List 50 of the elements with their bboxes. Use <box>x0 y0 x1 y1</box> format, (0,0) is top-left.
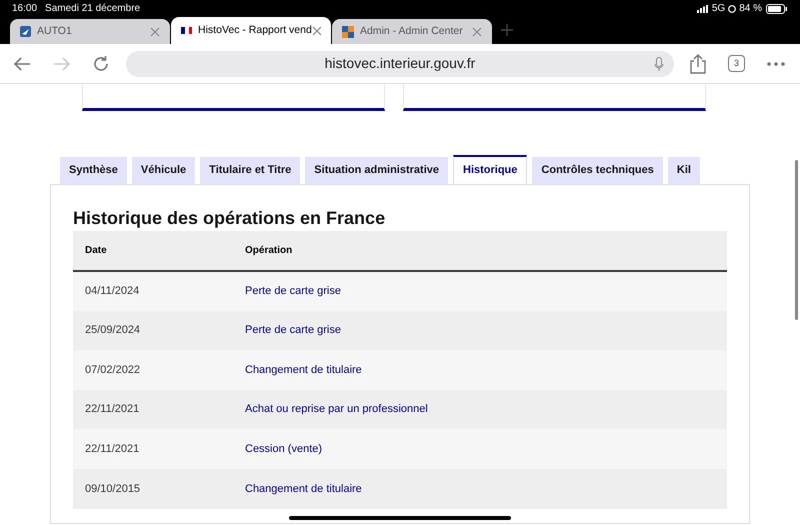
operation-link[interactable]: Achat ou reprise par un professionnel <box>245 403 428 416</box>
browser-tab[interactable]: HistoVec - Rapport vend <box>171 17 331 44</box>
close-icon[interactable] <box>472 26 482 36</box>
new-tab-icon[interactable] <box>501 24 513 36</box>
battery-percent: 84 % <box>739 2 762 16</box>
page-tab[interactable]: Kil <box>668 157 700 184</box>
close-icon[interactable] <box>150 26 160 36</box>
tab-title: HistoVec - Rapport vend <box>198 22 312 38</box>
page-tab[interactable]: Contrôles techniques <box>532 157 663 184</box>
operation-link[interactable]: Perte de carte grise <box>245 285 341 298</box>
browser-tab[interactable]: AUTO1 <box>10 19 170 44</box>
page-tab[interactable]: Véhicule <box>132 157 196 184</box>
date-cell: 04/11/2024 <box>73 271 233 311</box>
section-title: Historique des opérations en France <box>73 207 386 229</box>
status-date: Samedi 21 décembre <box>45 2 140 16</box>
operation-link[interactable]: Cession (vente) <box>245 442 322 455</box>
flag-icon <box>181 27 192 34</box>
close-icon[interactable] <box>312 26 321 36</box>
microphone-icon[interactable] <box>654 56 664 72</box>
reload-icon[interactable] <box>92 54 110 72</box>
tab-count-button[interactable]: 3 <box>728 55 745 72</box>
page-tab[interactable]: Synthèse <box>60 157 127 184</box>
column-header: Opération <box>233 231 727 271</box>
tab-title: Admin - Admin Center <box>360 24 464 39</box>
operation-link[interactable]: Perte de carte grise <box>245 324 341 336</box>
operation-link[interactable]: Changement de titulaire <box>245 364 362 376</box>
page-tab[interactable]: Situation administrative <box>305 157 448 184</box>
page-tab[interactable]: Titulaire et Titre <box>200 157 300 184</box>
date-cell: 22/11/2021 <box>73 390 233 430</box>
date-cell: 07/02/2022 <box>73 350 233 390</box>
url-text: histovec.interieur.gouv.fr <box>324 54 476 73</box>
back-icon[interactable] <box>12 56 32 72</box>
share-icon[interactable] <box>690 54 706 74</box>
date-cell: 09/10/2015 <box>73 468 233 509</box>
favicon-icon <box>20 26 31 37</box>
browser-tab[interactable]: Admin - Admin Center <box>332 19 492 44</box>
page-tab[interactable]: Historique <box>453 155 528 184</box>
tab-title: AUTO1 <box>37 24 73 39</box>
column-header: Date <box>73 231 233 271</box>
favicon-icon <box>342 26 354 38</box>
focus-icon <box>728 4 736 12</box>
date-cell: 25/09/2024 <box>73 310 233 350</box>
date-cell: 22/11/2021 <box>73 429 233 469</box>
battery-icon <box>766 4 788 14</box>
operation-link[interactable]: Changement de titulaire <box>245 482 362 495</box>
status-time: 16:00 <box>12 2 38 16</box>
signal-icon <box>696 4 709 12</box>
more-icon[interactable] <box>767 62 785 66</box>
network-label: 5G <box>712 2 726 16</box>
address-bar[interactable]: histovec.interieur.gouv.fr <box>126 50 674 76</box>
